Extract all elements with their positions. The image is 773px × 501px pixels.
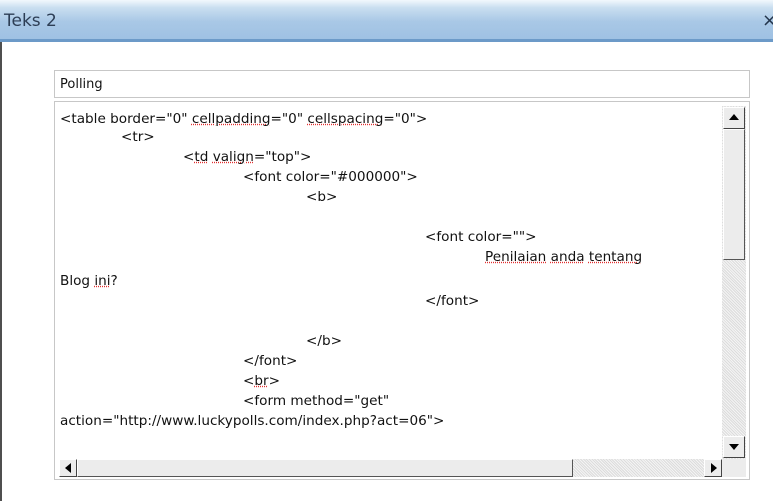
misspelled-word: cellspacing [307, 111, 384, 127]
scroll-down-button[interactable] [723, 436, 745, 458]
title-field[interactable] [54, 70, 750, 98]
code-line: </b> [306, 332, 342, 350]
code-text: </font> [243, 353, 298, 369]
arrow-left-icon [65, 463, 71, 473]
code-text: action="http://www.luckypolls.com/index.… [60, 413, 445, 429]
scroll-left-button[interactable] [59, 459, 77, 477]
misspelled-word: br [254, 373, 269, 389]
misspelled-word: tentang [588, 249, 643, 265]
horizontal-scroll-thumb[interactable] [77, 459, 573, 477]
code-text: ? [110, 273, 118, 289]
code-text: < [243, 373, 255, 389]
vertical-scrollbar[interactable] [722, 106, 746, 459]
code-line: </font> [425, 292, 479, 310]
code-line: <form method="get" [243, 392, 389, 410]
misspelled-word: cellpadding [191, 111, 271, 127]
code-text-area[interactable]: <table border="0" cellpadding="0" cellsp… [55, 102, 721, 462]
code-text: <b> [306, 189, 338, 205]
arrow-right-icon [711, 463, 717, 473]
scroll-corner [722, 459, 746, 477]
code-text: Blog [60, 273, 95, 289]
misspelled-word: ini [94, 273, 111, 289]
title-bar: Teks 2 × [0, 0, 773, 42]
code-line: <table border="0" cellpadding="0" cellsp… [60, 110, 427, 128]
code-line: <td valign="top"> [183, 148, 311, 166]
code-text: <table border="0" [60, 111, 192, 127]
code-line: Penilaian anda tentang [485, 248, 642, 266]
dialog-title: Teks 2 [4, 11, 57, 31]
horizontal-scrollbar[interactable] [59, 459, 722, 477]
misspelled-word: Penilaian [485, 249, 547, 265]
close-icon[interactable]: × [762, 10, 773, 31]
code-line: <font color=""> [425, 228, 537, 246]
content-editor[interactable]: <table border="0" cellpadding="0" cellsp… [54, 101, 750, 480]
scroll-up-button[interactable] [723, 107, 745, 129]
code-line: <font color="#000000"> [243, 168, 418, 186]
misspelled-word: anda [550, 249, 585, 265]
code-text: <form method="get" [243, 393, 390, 409]
scroll-right-button[interactable] [704, 459, 722, 477]
code-text: <font color="#000000"> [243, 169, 418, 185]
window-border [0, 42, 2, 501]
code-text: ="0"> [383, 111, 428, 127]
code-text: </font> [425, 293, 480, 309]
code-line: <b> [306, 188, 337, 206]
code-line: </font> [243, 352, 297, 370]
arrow-down-icon [729, 444, 739, 450]
code-text: < [183, 149, 195, 165]
code-text: > [268, 373, 280, 389]
code-line: <br> [243, 372, 280, 390]
misspelled-word: td [194, 149, 209, 165]
arrow-up-icon [729, 114, 739, 120]
code-text: ="0" [270, 111, 308, 127]
dialog: Teks 2 × <table border="0" cellpadding="… [0, 0, 773, 501]
misspelled-word: valign [212, 149, 254, 165]
code-line: action="http://www.luckypolls.com/index.… [60, 412, 444, 430]
code-text: <tr> [121, 129, 155, 145]
code-text: <font color=""> [425, 229, 537, 245]
vertical-scroll-thumb[interactable] [723, 129, 745, 260]
code-line: <tr> [121, 128, 155, 146]
code-text: ="top"> [253, 149, 312, 165]
code-line: Blog ini? [60, 272, 118, 290]
code-text: </b> [306, 333, 342, 349]
